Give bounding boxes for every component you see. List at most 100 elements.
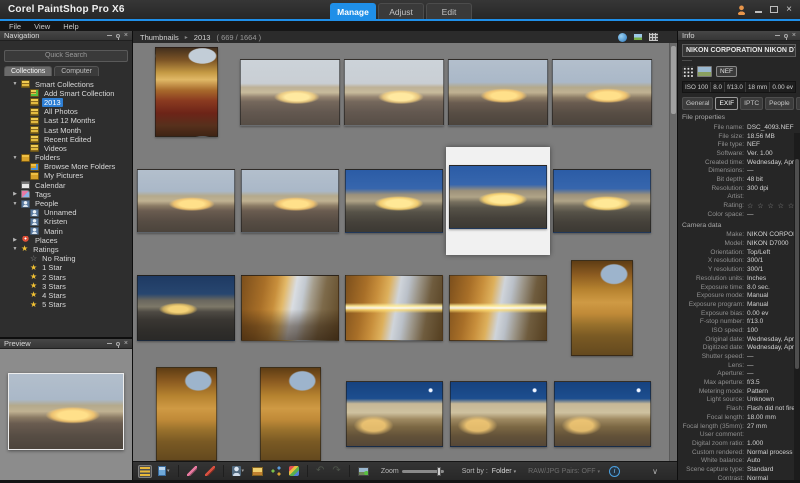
tab-edit[interactable]: Edit xyxy=(426,3,472,19)
nav-item-4-stars[interactable]: ★4 Stars xyxy=(4,291,128,300)
photo-thumbnail[interactable] xyxy=(241,169,339,233)
expander-icon[interactable]: ▼ xyxy=(12,201,18,207)
grid-view-icon[interactable] xyxy=(649,33,658,41)
panel-close-icon[interactable]: × xyxy=(124,32,128,39)
menu-help[interactable]: Help xyxy=(63,22,78,31)
photo-thumbnail[interactable] xyxy=(554,381,651,447)
panel-minimize-icon[interactable] xyxy=(107,35,112,36)
tab-adjust[interactable]: Adjust xyxy=(378,3,424,19)
nav-item-unnamed[interactable]: Unnamed xyxy=(4,208,128,217)
photo-thumbnail[interactable] xyxy=(240,59,340,126)
nav-item-last-12-months[interactable]: Last 12 Months xyxy=(4,116,128,125)
photo-thumbnail[interactable] xyxy=(345,275,443,341)
nav-item-2-stars[interactable]: ★2 Stars xyxy=(4,272,128,281)
panel-pin-icon[interactable] xyxy=(784,34,788,38)
nav-tab-collections[interactable]: Collections xyxy=(4,66,52,76)
nav-item-5-stars[interactable]: ★5 Stars xyxy=(4,300,128,309)
photo-thumbnail[interactable] xyxy=(155,47,218,137)
panel-minimize-icon[interactable] xyxy=(107,343,112,344)
menu-file[interactable]: File xyxy=(9,22,21,31)
nav-item-folders[interactable]: ▼Folders xyxy=(4,153,128,162)
photo-thumbnail[interactable] xyxy=(344,59,444,126)
expander-icon[interactable]: ▼ xyxy=(12,246,18,252)
map-photo-icon[interactable] xyxy=(250,465,265,478)
expander-icon[interactable]: ▼ xyxy=(12,155,18,161)
expander-icon[interactable]: ▶ xyxy=(12,191,18,197)
panel-pin-icon[interactable] xyxy=(116,34,120,38)
tab-manage[interactable]: Manage xyxy=(330,3,376,19)
photo-thumbnail[interactable] xyxy=(156,367,217,461)
zoom-slider[interactable] xyxy=(402,470,444,473)
info-tab-iptc[interactable]: IPTC xyxy=(740,97,763,110)
nav-item-all-photos[interactable]: All Photos xyxy=(4,107,128,116)
collapse-tray-button[interactable]: ∨ xyxy=(652,467,658,476)
photo-thumbnail[interactable] xyxy=(260,367,321,461)
photo-thumbnail[interactable] xyxy=(449,275,547,341)
nav-item-no-rating[interactable]: ☆No Rating xyxy=(4,254,128,263)
map-view-icon[interactable] xyxy=(618,33,627,42)
thumbnail-list-icon[interactable] xyxy=(138,465,152,478)
photo-thumbnail[interactable] xyxy=(137,275,235,341)
nav-item-3-stars[interactable]: ★3 Stars xyxy=(4,282,128,291)
breadcrumb-root[interactable]: Thumbnails xyxy=(140,33,179,42)
nav-item-2013[interactable]: 2013 xyxy=(4,98,128,107)
info-tab-exif[interactable]: EXIF xyxy=(715,97,738,110)
grid-scrollbar-thumb[interactable] xyxy=(671,46,676,114)
photo-thumbnail[interactable] xyxy=(449,165,547,229)
nav-item-people[interactable]: ▼People xyxy=(4,199,128,208)
thumbnail-grid-icon[interactable] xyxy=(682,66,693,77)
nav-item-recent-edited[interactable]: Recent Edited xyxy=(4,135,128,144)
minimize-button[interactable] xyxy=(755,11,762,13)
sort-by-dropdown[interactable]: Folder ▾ xyxy=(492,468,516,475)
expander-icon[interactable]: ▶ xyxy=(12,237,18,243)
raw-jpg-pairs-dropdown[interactable]: RAW/JPG Pairs: OFF ▾ xyxy=(528,468,600,475)
share-icon[interactable] xyxy=(269,464,283,478)
selected-photo-frame[interactable] xyxy=(446,147,550,255)
photo-thumbnail[interactable] xyxy=(346,381,443,447)
info-scrollbar[interactable] xyxy=(794,133,800,480)
info-tab-general[interactable]: General xyxy=(682,97,713,110)
palette-icon[interactable] xyxy=(287,464,301,478)
photo-thumbnail[interactable] xyxy=(345,169,443,233)
nav-item-kristen[interactable]: Kristen xyxy=(4,217,128,226)
nav-item-add-smart-collection[interactable]: Add Smart Collection xyxy=(4,89,128,98)
zoom-slider-thumb[interactable] xyxy=(437,467,441,476)
info-pane-icon[interactable]: ▾ xyxy=(156,464,172,478)
panel-pin-icon[interactable] xyxy=(116,342,120,346)
restore-button[interactable] xyxy=(770,6,778,13)
photo-thumbnail[interactable] xyxy=(571,260,633,356)
nav-item-last-month[interactable]: Last Month xyxy=(4,125,128,134)
grid-scrollbar[interactable] xyxy=(669,43,677,461)
nav-item-ratings[interactable]: ▼★Ratings xyxy=(4,245,128,254)
image-view-icon[interactable] xyxy=(633,33,643,41)
photo-thumbnail[interactable] xyxy=(553,169,651,233)
nav-item-tags[interactable]: ▶Tags xyxy=(4,190,128,199)
photo-thumbnail[interactable] xyxy=(552,59,652,126)
close-button[interactable]: × xyxy=(786,5,792,15)
info-scrollbar-thumb[interactable] xyxy=(795,159,799,369)
photo-thumbnail[interactable] xyxy=(448,59,548,126)
quick-search-input[interactable] xyxy=(4,50,128,62)
pen-red-icon[interactable] xyxy=(203,464,217,478)
nav-item-videos[interactable]: Videos xyxy=(4,144,128,153)
panel-minimize-icon[interactable] xyxy=(775,35,780,36)
info-tab-places[interactable]: Places xyxy=(796,97,800,110)
panel-close-icon[interactable]: × xyxy=(792,32,796,39)
photo-thumbnail[interactable] xyxy=(137,169,235,233)
info-tab-people[interactable]: People xyxy=(765,97,794,110)
menu-view[interactable]: View xyxy=(34,22,50,31)
nav-item-browse-more-folders[interactable]: Browse More Folders xyxy=(4,162,128,171)
expander-icon[interactable]: ▼ xyxy=(12,81,18,87)
user-account-icon[interactable] xyxy=(737,5,747,15)
panel-close-icon[interactable]: × xyxy=(124,340,128,347)
nav-item-calendar[interactable]: Calendar xyxy=(4,181,128,190)
people-tag-icon[interactable]: ▾ xyxy=(230,464,247,478)
photo-thumbnail[interactable] xyxy=(450,381,547,447)
nav-item-1-star[interactable]: ★1 Star xyxy=(4,263,128,272)
nav-item-smart-collections[interactable]: ▼Smart Collections xyxy=(4,80,128,89)
nav-tab-computer[interactable]: Computer xyxy=(54,66,99,76)
photo-thumbnail[interactable] xyxy=(241,275,339,341)
collect-tray-icon[interactable] xyxy=(356,465,371,478)
nav-item-my-pictures[interactable]: My Pictures xyxy=(4,171,128,180)
info-toggle-button[interactable]: i xyxy=(609,466,620,477)
